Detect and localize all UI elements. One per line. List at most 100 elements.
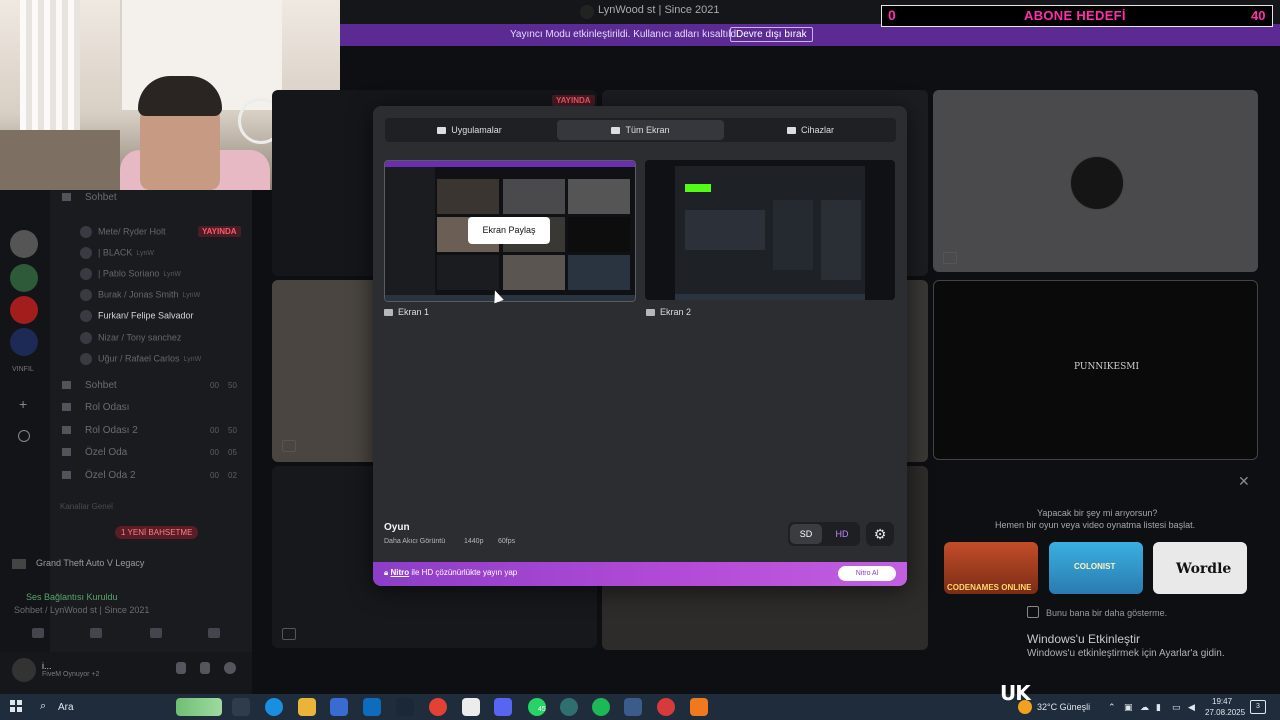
voice-channel[interactable]: Sohbet [62, 380, 117, 391]
thumb-tile [568, 217, 630, 252]
channel-header[interactable]: Sohbet [62, 192, 117, 203]
voice-user[interactable]: Furkan/ Felipe Salvador [80, 310, 194, 322]
user-status: FiveM Oynuyor +2 [42, 671, 100, 678]
notification-count-badge: 45 [538, 706, 546, 713]
tile-brand-logo: PUNNIKESMI [1074, 362, 1140, 372]
windows-start-icon[interactable] [10, 700, 22, 712]
taskbar-search[interactable]: Ara [58, 702, 74, 713]
clock-time[interactable]: 19:47 [1212, 697, 1232, 706]
thumb-panel [773, 200, 813, 270]
voice-user[interactable]: | BLACK LynW [80, 247, 154, 259]
monitor-icon [646, 309, 655, 317]
headphones-icon[interactable] [200, 662, 210, 674]
weather-icon[interactable] [1018, 700, 1032, 714]
steam-icon[interactable] [396, 698, 414, 716]
server-icon[interactable] [10, 264, 38, 292]
app-icon[interactable] [690, 698, 708, 716]
voice-channel[interactable]: Rol Odası 2 [62, 425, 138, 436]
speaker-icon [62, 193, 71, 202]
share-screen-button[interactable]: Ekran Paylaş [468, 217, 550, 244]
avatar[interactable] [12, 658, 36, 682]
thumb-tile [503, 255, 565, 290]
speaker-icon [62, 426, 71, 435]
mic-icon[interactable] [176, 662, 186, 674]
tray-icon[interactable]: ▣ [1124, 702, 1133, 713]
user-panel [0, 652, 252, 694]
avatar [1070, 156, 1124, 210]
screen-share-icon [943, 252, 957, 264]
tab-devices[interactable]: Cihazlar [727, 120, 894, 140]
voice-channel[interactable]: Rol Odası [62, 402, 129, 413]
notification-center-icon[interactable]: 3 [1250, 700, 1266, 714]
thumb-tile [568, 179, 630, 214]
network-icon[interactable]: ▭ [1172, 702, 1181, 713]
capcut-icon[interactable] [462, 698, 480, 716]
voice-channel[interactable]: Özel Oda 2 [62, 470, 136, 481]
activity-icon[interactable] [150, 628, 162, 638]
edge-icon[interactable] [265, 698, 283, 716]
voice-channel[interactable]: Özel Oda [62, 447, 127, 458]
screen-share-icon [282, 628, 296, 640]
cloud-icon[interactable]: ☁ [1140, 702, 1149, 713]
server-icon[interactable] [10, 230, 38, 258]
chevron-up-icon[interactable]: ⌃ [1108, 702, 1116, 713]
task-view-icon[interactable] [232, 698, 250, 716]
close-icon[interactable]: ✕ [1238, 473, 1250, 490]
avatar [80, 289, 92, 301]
mic-icon[interactable]: ▮ [1156, 702, 1161, 713]
screen-thumbnail-2[interactable] [645, 160, 895, 300]
screen-label-1: Ekran 1 [384, 307, 429, 317]
camera-icon [786, 127, 796, 135]
gear-icon[interactable]: ⚙ [866, 522, 894, 546]
hd-button[interactable]: HD [826, 524, 858, 544]
now-playing[interactable]: Grand Theft Auto V Legacy [12, 558, 242, 574]
get-nitro-button[interactable]: Nitro Al [838, 566, 896, 581]
clock-date[interactable]: 27.08.2025 [1205, 708, 1245, 717]
add-server-icon[interactable]: + [19, 396, 27, 412]
activity-title: Yapacak bir şey mi arıyorsun? [1037, 508, 1158, 518]
screen-label-2: Ekran 2 [646, 307, 691, 317]
search-highlight-image[interactable] [176, 698, 222, 716]
nitro-link[interactable]: Nitro [390, 568, 409, 577]
dont-show-label: Bunu bana bir daha gösterme. [1046, 608, 1168, 618]
noise-icon[interactable] [32, 628, 44, 638]
volume-icon[interactable]: ◀ [1188, 702, 1195, 713]
dont-show-checkbox[interactable] [1027, 606, 1039, 618]
tab-entire-screen[interactable]: Tüm Ekran [557, 120, 724, 140]
server-icon[interactable] [10, 296, 38, 324]
gear-icon[interactable] [224, 662, 236, 674]
voice-user[interactable]: Uğur / Rafael Carlos LynW [80, 353, 201, 365]
streamer-disable-button[interactable]: Devre dışı bırak [730, 27, 813, 42]
voice-user[interactable]: Burak / Jonas Smith LynW [80, 289, 200, 301]
thumb-kick-logo [685, 184, 711, 192]
app-icon[interactable] [624, 698, 642, 716]
outlook-icon[interactable] [363, 698, 381, 716]
weather-text[interactable]: 32°C Güneşli [1037, 702, 1090, 712]
search-icon[interactable]: ⌕ [40, 700, 46, 713]
speaker-icon [62, 403, 71, 412]
avatar [80, 310, 92, 322]
explore-icon[interactable] [18, 430, 30, 442]
app-icon[interactable] [560, 698, 578, 716]
voice-user[interactable]: Mete/ Ryder Holt [80, 226, 166, 238]
voice-user[interactable]: Nizar / Tony sanchez [80, 332, 181, 344]
voice-user[interactable]: | Pablo Soriano LynW [80, 268, 181, 280]
server-icon[interactable] [10, 328, 38, 356]
user-name: i... [42, 661, 52, 671]
sd-button[interactable]: SD [790, 524, 822, 544]
chrome-icon[interactable] [429, 698, 447, 716]
thumb-chat [821, 200, 861, 280]
discord-icon[interactable] [494, 698, 512, 716]
category-label[interactable]: Kanallar Genel [60, 502, 113, 511]
file-explorer-icon[interactable] [298, 698, 316, 716]
lock-icon [62, 471, 71, 480]
screen-share-icon[interactable] [90, 628, 102, 638]
store-icon[interactable] [330, 698, 348, 716]
new-mention-badge[interactable]: 1 YENİ BAHSETME [115, 526, 199, 539]
app-icon[interactable] [657, 698, 675, 716]
tab-applications[interactable]: Uygulamalar [386, 120, 553, 140]
voice-channel-path[interactable]: Sohbet / LynWood st | Since 2021 [14, 605, 149, 615]
monitor-icon [611, 127, 621, 135]
soundboard-icon[interactable] [208, 628, 220, 638]
spotify-icon[interactable] [592, 698, 610, 716]
